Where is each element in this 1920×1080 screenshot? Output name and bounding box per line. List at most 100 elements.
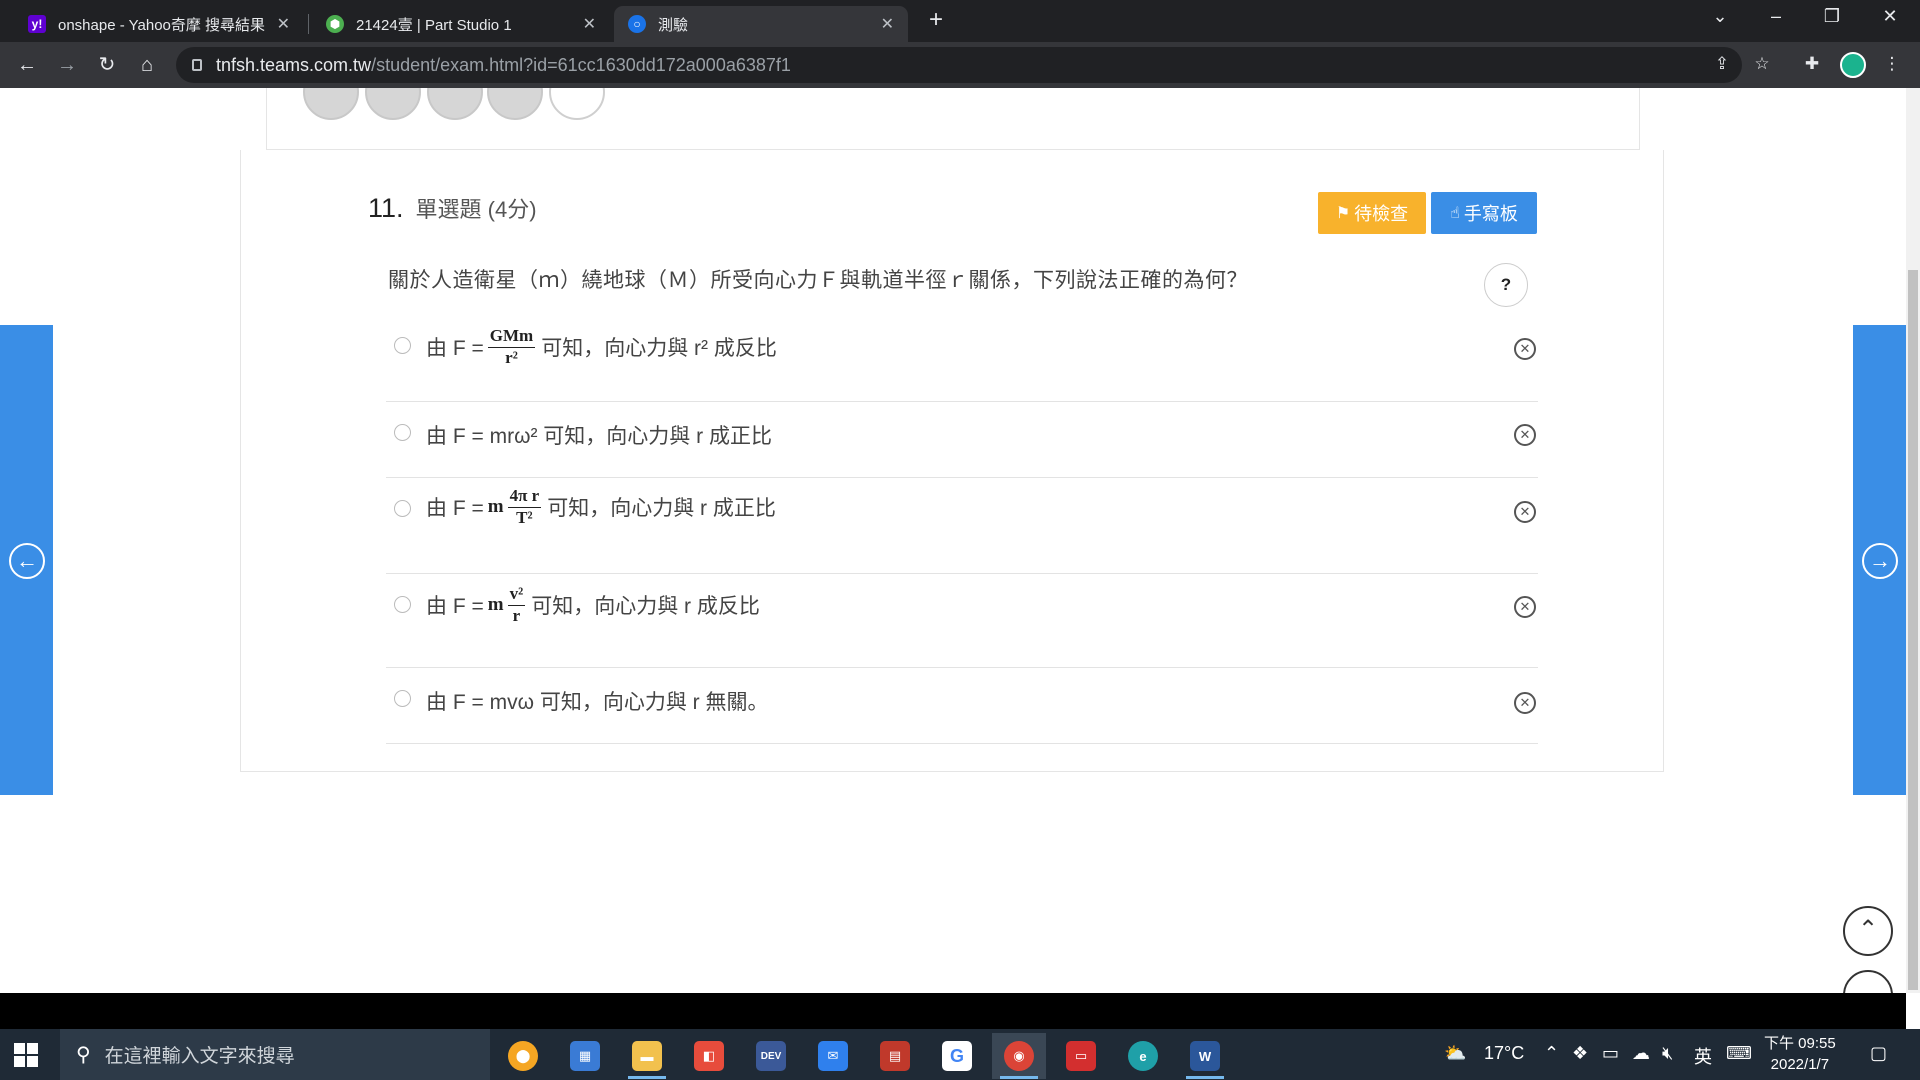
- tab-search-icon[interactable]: ⌄: [1700, 6, 1740, 27]
- question-nav-item[interactable]: 23: [427, 88, 483, 120]
- question-number: 11.: [368, 193, 404, 223]
- option-radio[interactable]: [394, 424, 411, 441]
- option-4[interactable]: 由 F = m v² r 可知，向心力與 r 成反比 ✕: [386, 574, 1538, 668]
- forward-icon[interactable]: →: [52, 50, 82, 80]
- taskbar-app[interactable]: DEV: [744, 1033, 798, 1079]
- address-bar[interactable]: tnfsh.teams.com.tw /student/exam.html?id…: [176, 47, 1742, 83]
- taskbar-app[interactable]: ◧: [682, 1033, 736, 1079]
- option-radio[interactable]: [394, 596, 411, 613]
- taskbar-app[interactable]: ◉: [992, 1033, 1046, 1079]
- menu-icon[interactable]: ⋮: [1880, 52, 1904, 76]
- option-radio[interactable]: [394, 690, 411, 707]
- system-clock[interactable]: 下午 09:55 2022/1/7: [1764, 1033, 1836, 1075]
- restore-button[interactable]: ❐: [1812, 6, 1852, 27]
- close-tab-icon[interactable]: ✕: [583, 14, 596, 34]
- close-tab-icon[interactable]: ✕: [277, 14, 290, 34]
- close-window-button[interactable]: ✕: [1870, 6, 1910, 27]
- fraction: 4π r T²: [507, 486, 542, 528]
- eliminate-icon[interactable]: ✕: [1514, 501, 1536, 523]
- option-suffix: 可知，向心力與 r 成反比: [531, 595, 760, 618]
- taskbar-app[interactable]: ▬: [620, 1033, 674, 1079]
- taskbar-app[interactable]: ✉: [806, 1033, 860, 1079]
- scrollbar-thumb[interactable]: [1908, 270, 1918, 990]
- mark-for-review-button[interactable]: ⚑ 待檢查: [1318, 192, 1426, 234]
- handwriting-label: 手寫板: [1463, 204, 1518, 224]
- dropbox-icon[interactable]: ❖: [1572, 1043, 1588, 1064]
- page-bottom-bar: [0, 993, 1906, 1029]
- taskbar-app[interactable]: ▦: [558, 1033, 612, 1079]
- ime-indicator[interactable]: 英: [1694, 1043, 1712, 1069]
- minimize-button[interactable]: –: [1756, 6, 1796, 27]
- edge-icon: e: [1128, 1041, 1158, 1071]
- question-nav-item[interactable]: 22: [365, 88, 421, 120]
- taskbar-app[interactable]: ⬤: [496, 1033, 550, 1079]
- tab-onshape[interactable]: ⬢ 21424壹 | Part Studio 1 ✕: [312, 6, 610, 42]
- store-icon: ▦: [570, 1041, 600, 1071]
- handwriting-pad-button[interactable]: ☝ 手寫板: [1431, 192, 1537, 234]
- tab-yahoo[interactable]: y! onshape - Yahoo奇摩 搜尋結果 ✕: [14, 6, 304, 42]
- taskbar-app[interactable]: ▭: [1054, 1033, 1108, 1079]
- extensions-icon[interactable]: ✚: [1800, 52, 1824, 76]
- scroll-bottom-button[interactable]: ⌄: [1843, 970, 1893, 993]
- question-nav-item[interactable]: 25: [549, 88, 605, 120]
- weather-temp[interactable]: 17°C: [1484, 1043, 1524, 1064]
- previous-question-button[interactable]: ←: [0, 325, 53, 795]
- question-nav-item[interactable]: 21: [303, 88, 359, 120]
- arrow-right-icon: →: [1862, 543, 1898, 579]
- new-tab-button[interactable]: +: [924, 8, 948, 32]
- flag-icon: ⚑: [1335, 205, 1351, 222]
- reload-icon[interactable]: ↻: [92, 50, 122, 80]
- taskbar-app[interactable]: G: [930, 1033, 984, 1079]
- home-icon[interactable]: ⌂: [132, 50, 162, 80]
- option-5[interactable]: 由 F = mvω 可知，向心力與 r 無關。 ✕: [386, 668, 1538, 744]
- eliminate-icon[interactable]: ✕: [1514, 692, 1536, 714]
- fraction-numerator: 4π r: [507, 486, 542, 508]
- option-suffix: 可知，向心力與 r² 成反比: [541, 337, 777, 360]
- hand-pointer-icon: ☝: [1450, 205, 1460, 222]
- taskbar-search-placeholder: 在這裡輸入文字來搜尋: [104, 1046, 295, 1067]
- weather-icon[interactable]: ⛅: [1444, 1043, 1466, 1064]
- bookmark-star-icon[interactable]: ☆: [1750, 52, 1774, 76]
- lock-icon: [192, 59, 202, 71]
- windows-start-icon[interactable]: [14, 1043, 38, 1067]
- taskbar-search[interactable]: ⚲ 在這裡輸入文字來搜尋: [60, 1029, 490, 1080]
- fraction-denominator: r²: [505, 348, 518, 367]
- close-tab-icon[interactable]: ✕: [881, 14, 894, 34]
- tab-title: 21424壹 | Part Studio 1: [356, 16, 512, 34]
- option-2[interactable]: 由 F = mrω² 可知，向心力與 r 成正比 ✕: [386, 402, 1538, 478]
- profile-avatar[interactable]: [1840, 52, 1866, 78]
- ime-mode-icon[interactable]: ⌨: [1726, 1043, 1752, 1064]
- option-prefix: 由 F =: [426, 497, 484, 520]
- next-question-button[interactable]: →: [1853, 325, 1906, 795]
- mass-symbol: m: [487, 496, 504, 517]
- page-content: 21 22 23 24 25 11. 單選題 (4分) ⚑ 待檢查 ☝ 手寫板 …: [0, 88, 1906, 993]
- taskbar-app[interactable]: W: [1178, 1033, 1232, 1079]
- eliminate-icon[interactable]: ✕: [1514, 424, 1536, 446]
- option-prefix: 由 F = mrω² 可知，向心力與 r 成正比: [426, 425, 772, 448]
- share-icon[interactable]: ⇪: [1710, 52, 1734, 76]
- option-radio[interactable]: [394, 337, 411, 354]
- eliminate-icon[interactable]: ✕: [1514, 596, 1536, 618]
- tray-chevron-icon[interactable]: ⌃: [1544, 1043, 1559, 1064]
- tab-exam[interactable]: ○ 測驗 ✕: [614, 6, 908, 42]
- back-icon[interactable]: ←: [12, 50, 42, 80]
- notification-icon[interactable]: ▢: [1870, 1043, 1887, 1064]
- volume-mute-icon[interactable]: 🔇︎: [1662, 1043, 1673, 1064]
- onedrive-icon[interactable]: ☁: [1632, 1043, 1650, 1064]
- question-stem: 關於人造衛星（ｍ）繞地球（Ｍ）所受向心力Ｆ與軌道半徑ｒ關係，下列說法正確的為何？: [388, 269, 1248, 292]
- option-text: 由 F = GMm r² 可知，向心力與 r² 成反比: [426, 326, 777, 368]
- eliminate-icon[interactable]: ✕: [1514, 338, 1536, 360]
- taskbar-app[interactable]: ▤: [868, 1033, 922, 1079]
- help-button[interactable]: ?: [1484, 263, 1528, 307]
- app-icon: ⬤: [508, 1041, 538, 1071]
- teams-icon: ○: [628, 15, 646, 33]
- option-1[interactable]: 由 F = GMm r² 可知，向心力與 r² 成反比 ✕: [386, 326, 1538, 402]
- option-radio[interactable]: [394, 500, 411, 517]
- question-nav-item[interactable]: 24: [487, 88, 543, 120]
- url-path: /student/exam.html?id=61cc1630dd172a000a…: [371, 54, 791, 75]
- fraction-denominator: T²: [516, 508, 533, 527]
- option-3[interactable]: 由 F = m 4π r T² 可知，向心力與 r 成正比 ✕: [386, 478, 1538, 574]
- battery-icon[interactable]: ▭: [1602, 1043, 1619, 1064]
- scroll-top-button[interactable]: ⌃: [1843, 906, 1893, 956]
- taskbar-app[interactable]: e: [1116, 1033, 1170, 1079]
